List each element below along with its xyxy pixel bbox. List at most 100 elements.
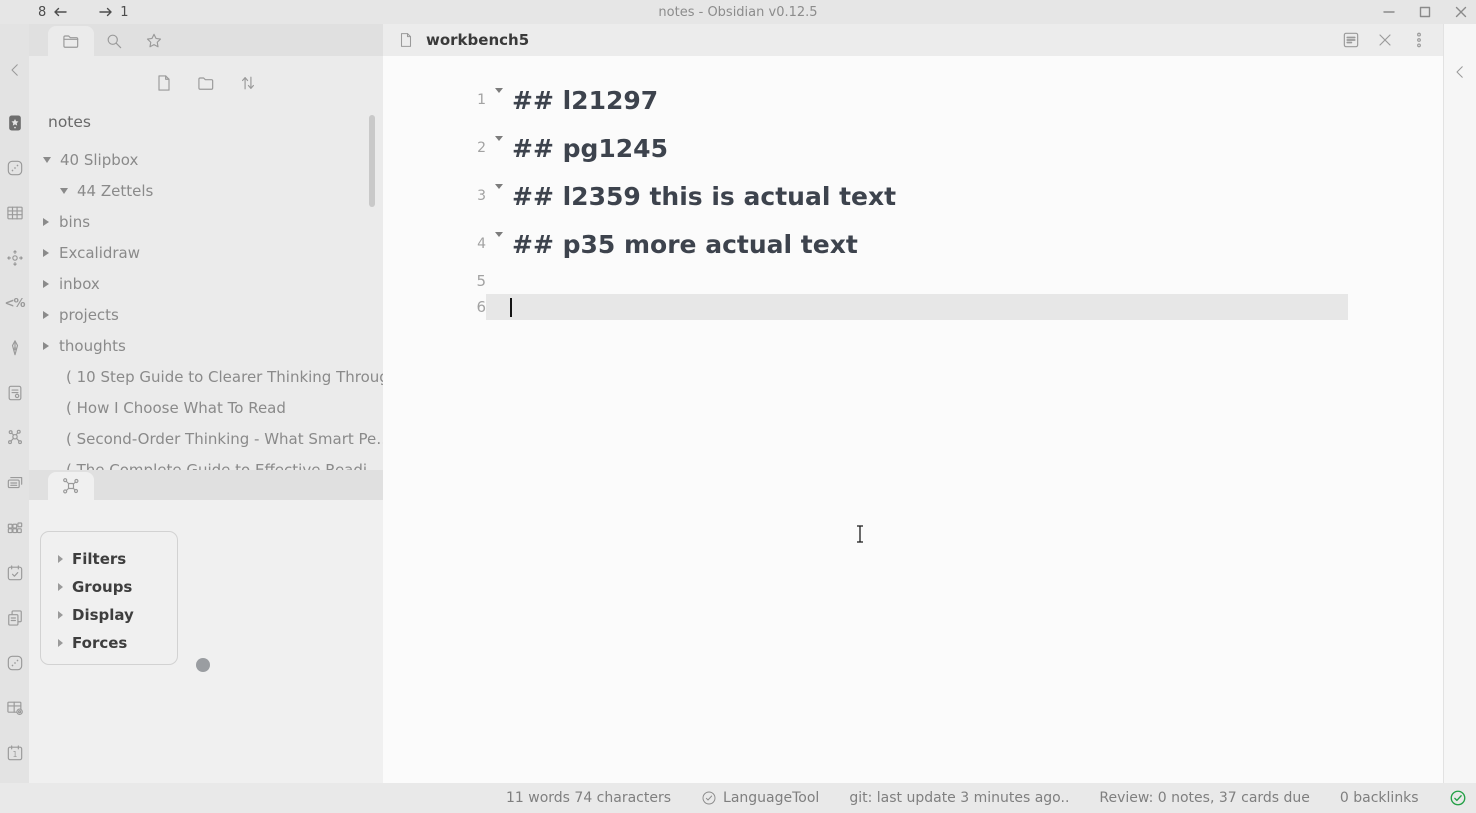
- window-controls: [1382, 0, 1468, 24]
- tree-file[interactable]: ( Second-Order Thinking - What Smart Pe…: [29, 423, 383, 454]
- expand-right-sidebar-icon[interactable]: [1450, 62, 1470, 82]
- scrollbar-thumb[interactable]: [369, 115, 375, 207]
- reading-mode-icon[interactable]: [1341, 30, 1361, 50]
- chevron-right-icon: [43, 342, 49, 350]
- chevron-right-icon: [58, 611, 63, 619]
- tree-file[interactable]: ( How I Choose What To Read: [29, 392, 383, 423]
- chevron-down-icon: [60, 188, 68, 194]
- mouse-ibeam-cursor: [855, 525, 865, 543]
- chevron-down-icon: [43, 157, 51, 163]
- languagetool-check-icon: [701, 790, 717, 806]
- more-options-icon[interactable]: [1409, 30, 1429, 50]
- table-icon[interactable]: [5, 203, 25, 223]
- maximize-button[interactable]: [1418, 5, 1432, 19]
- templater-icon[interactable]: <%: [5, 293, 25, 313]
- graph-section-filters[interactable]: Filters: [41, 545, 177, 573]
- graph-settings-panel: Filters Groups Display Forces: [40, 531, 178, 665]
- note-icon: [396, 30, 416, 50]
- calendar-check-icon[interactable]: [5, 563, 25, 583]
- editor-line[interactable]: 3 ## l2359 this is actual text: [383, 172, 1443, 220]
- view-actions: [1341, 30, 1443, 50]
- random-note-dice-icon[interactable]: [5, 158, 25, 178]
- copy-documents-icon[interactable]: [5, 608, 25, 628]
- graph-panel-tabs: [29, 470, 383, 500]
- editor-line[interactable]: 2 ## pg1245: [383, 124, 1443, 172]
- star-icon: [144, 31, 164, 51]
- text-caret: [510, 298, 512, 317]
- blocks-icon[interactable]: [5, 518, 25, 538]
- tab-search[interactable]: [94, 26, 134, 56]
- chevron-right-icon: [58, 583, 63, 591]
- sync-ok-check-icon[interactable]: [1449, 789, 1467, 807]
- note-title: workbench5: [426, 31, 529, 49]
- file-explorer-pane: notes 40 Slipbox 44 Zettels bins Excalid…: [29, 56, 383, 470]
- tree-folder-projects[interactable]: projects: [29, 299, 383, 330]
- graph-view-icon[interactable]: [5, 428, 25, 448]
- line-text: ## pg1245: [512, 134, 668, 163]
- chevron-right-icon: [58, 639, 63, 647]
- status-bar: 11 words 74 characters LanguageTool git:…: [0, 783, 1476, 813]
- explorer-toolbar: [29, 56, 383, 104]
- daily-note-calendar-icon[interactable]: 1: [5, 743, 25, 763]
- graph-section-display[interactable]: Display: [41, 601, 177, 629]
- graph-icon: [61, 476, 81, 496]
- tree-folder-bins[interactable]: bins: [29, 206, 383, 237]
- chevron-right-icon: [43, 249, 49, 257]
- tree-file[interactable]: ( The Complete Guide to Effective Readi…: [29, 454, 383, 470]
- line-text: ## l2359 this is actual text: [512, 182, 896, 211]
- chevron-right-icon: [43, 218, 49, 226]
- zoom-expand-icon[interactable]: [5, 248, 25, 268]
- git-status[interactable]: git: last update 3 minutes ago..: [849, 790, 1069, 806]
- left-panel-tabs: [29, 24, 383, 56]
- review-status[interactable]: Review: 0 notes, 37 cards due: [1099, 790, 1310, 806]
- graph-section-forces[interactable]: Forces: [41, 629, 177, 657]
- chevron-right-icon: [43, 280, 49, 288]
- tab-file-explorer[interactable]: [48, 26, 94, 56]
- editor-body[interactable]: 1 ## l21297 2 ## pg1245 3 ## l2359 this …: [383, 56, 1443, 783]
- new-folder-icon[interactable]: [196, 73, 216, 93]
- tree-folder-inbox[interactable]: inbox: [29, 268, 383, 299]
- backlinks-count[interactable]: 0 backlinks: [1340, 790, 1419, 806]
- editor-pane: workbench5 1 ## l21297 2 ## pg1245 3 ## …: [383, 24, 1443, 783]
- starred-card-icon[interactable]: [5, 113, 25, 133]
- new-note-icon[interactable]: [154, 73, 174, 93]
- titlebar: 8 1 notes - Obsidian v0.12.5: [0, 0, 1476, 24]
- tree-file[interactable]: ( 10 Step Guide to Clearer Thinking Thro…: [29, 361, 383, 392]
- tree-folder-40-slipbox[interactable]: 40 Slipbox: [29, 144, 383, 175]
- line-text: ## p35 more actual text: [512, 230, 858, 259]
- collapse-left-icon[interactable]: [5, 60, 25, 80]
- dice-icon[interactable]: [5, 653, 25, 673]
- minimize-button[interactable]: [1382, 5, 1396, 19]
- slides-deck-icon[interactable]: [5, 383, 25, 403]
- editor-line[interactable]: 1 ## l21297: [383, 76, 1443, 124]
- languagetool-status[interactable]: LanguageTool: [701, 790, 819, 806]
- chevron-right-icon: [43, 311, 49, 319]
- table-gear-icon[interactable]: [5, 698, 25, 718]
- editor-active-line[interactable]: 6: [383, 294, 1443, 320]
- word-count: 11 words 74 characters: [506, 790, 671, 806]
- chevron-right-icon: [58, 555, 63, 563]
- graph-node[interactable]: [196, 658, 210, 672]
- window-title: notes - Obsidian v0.12.5: [0, 0, 1476, 24]
- pen-nib-icon[interactable]: [5, 338, 25, 358]
- tab-starred[interactable]: [134, 26, 174, 56]
- close-pane-icon[interactable]: [1375, 30, 1395, 50]
- graph-section-groups[interactable]: Groups: [41, 573, 177, 601]
- tree-folder-44-zettels[interactable]: 44 Zettels: [29, 175, 383, 206]
- tab-graph[interactable]: [48, 472, 94, 500]
- graph-pane[interactable]: Filters Groups Display Forces: [29, 500, 383, 783]
- search-icon: [104, 31, 124, 51]
- editor-line[interactable]: 4 ## p35 more actual text: [383, 220, 1443, 268]
- release-notes-icon[interactable]: [5, 473, 25, 493]
- tree-folder-excalidraw[interactable]: Excalidraw: [29, 237, 383, 268]
- tree-folder-thoughts[interactable]: thoughts: [29, 330, 383, 361]
- view-header: workbench5: [383, 24, 1443, 56]
- vault-title[interactable]: notes: [29, 110, 383, 134]
- left-sidebar: notes 40 Slipbox 44 Zettels bins Excalid…: [29, 24, 383, 783]
- editor-line[interactable]: 5: [383, 268, 1443, 294]
- right-sidebar-collapsed: [1443, 24, 1476, 783]
- svg-text:1: 1: [12, 750, 17, 759]
- sort-order-icon[interactable]: [238, 73, 258, 93]
- close-button[interactable]: [1454, 5, 1468, 19]
- file-tree: 40 Slipbox 44 Zettels bins Excalidraw in…: [29, 144, 383, 470]
